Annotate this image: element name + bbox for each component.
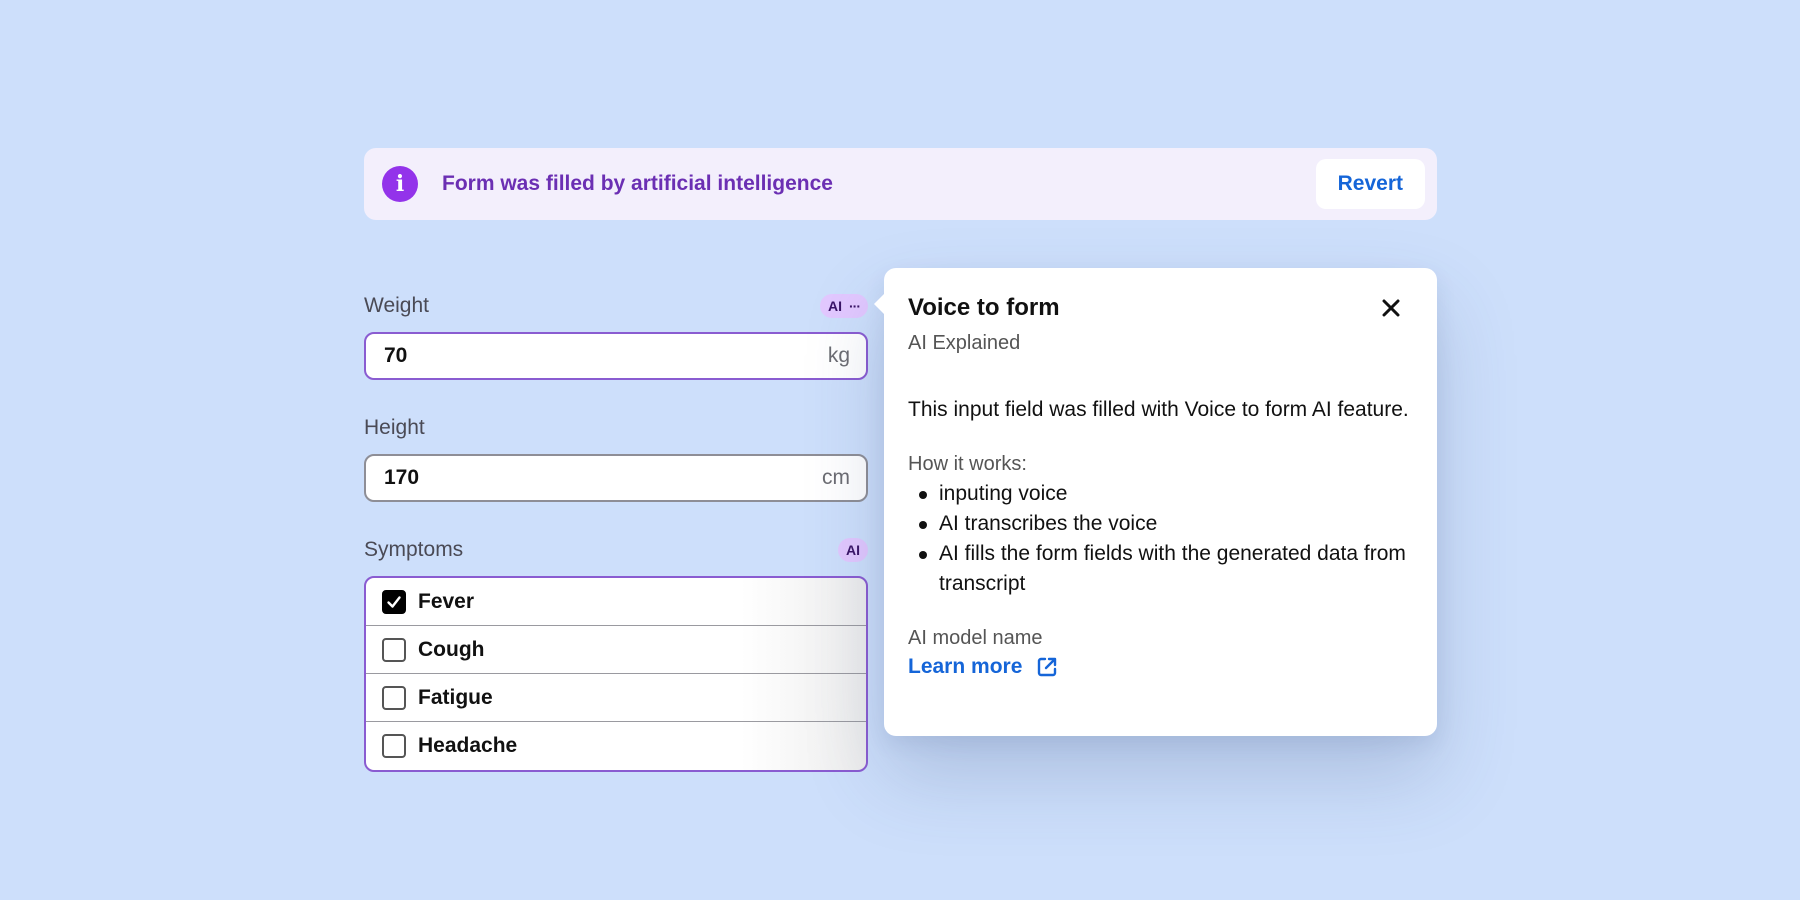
symptoms-label: Symptoms: [364, 538, 464, 561]
banner-message: Form was filled by artificial intelligen…: [442, 172, 833, 195]
weight-input-box: kg: [364, 332, 868, 380]
symptom-label: Cough: [418, 637, 485, 661]
check-icon: [387, 595, 401, 608]
list-item: inputing voice: [908, 479, 1413, 509]
height-input[interactable]: [384, 466, 822, 490]
symptom-row-fatigue[interactable]: Fatigue: [366, 674, 866, 722]
model-name-label: AI model name: [908, 627, 1043, 649]
weight-unit: kg: [827, 344, 850, 367]
how-it-works-section: How it works: inputing voice AI transcri…: [908, 449, 1413, 599]
close-button[interactable]: [1381, 298, 1401, 318]
weight-field-header: Weight AI ···: [364, 288, 868, 324]
checkbox-unchecked[interactable]: [382, 637, 406, 662]
weight-ai-badge[interactable]: AI ···: [820, 294, 868, 318]
symptom-row-fever[interactable]: Fever: [366, 578, 866, 626]
form: Weight AI ··· kg Height cm Symptoms AI: [364, 288, 868, 772]
close-icon: [1382, 299, 1400, 317]
how-it-works-title: How it works:: [908, 453, 1027, 475]
symptom-row-headache[interactable]: Headache: [366, 722, 866, 770]
weight-input[interactable]: [384, 344, 828, 368]
ai-explained-popover: Voice to form AI Explained This input fi…: [874, 268, 1437, 736]
learn-more-link[interactable]: Learn more: [908, 655, 1058, 679]
ai-filled-banner: i Form was filled by artificial intellig…: [364, 148, 1437, 220]
weight-label: Weight: [364, 294, 429, 317]
symptoms-ai-badge[interactable]: AI: [838, 538, 868, 562]
steps-list: inputing voice AI transcribes the voice …: [908, 479, 1413, 599]
checkbox-unchecked[interactable]: [382, 734, 406, 758]
symptoms-field-header: Symptoms AI: [364, 532, 868, 568]
more-icon: ···: [849, 298, 861, 314]
ai-badge-label: AI: [828, 298, 842, 314]
popover-subtitle: AI Explained: [908, 332, 1021, 354]
checkbox-unchecked[interactable]: [382, 685, 406, 710]
revert-button[interactable]: Revert: [1315, 159, 1425, 209]
height-label: Height: [364, 416, 425, 439]
height-field-header: Height: [364, 410, 868, 446]
popover-title: Voice to form: [908, 294, 1060, 321]
ai-badge-label: AI: [846, 542, 860, 558]
symptom-label: Fatigue: [418, 685, 493, 709]
learn-more-label: Learn more: [908, 655, 1023, 678]
height-unit: cm: [822, 466, 850, 489]
symptom-label: Fever: [418, 589, 475, 613]
height-input-box: cm: [364, 454, 868, 502]
checkbox-checked[interactable]: [382, 589, 406, 614]
popover-description: This input field was filled with Voice t…: [908, 398, 1409, 421]
symptom-label: Headache: [418, 734, 518, 757]
info-icon: i: [382, 166, 418, 202]
page: i Form was filled by artificial intellig…: [0, 0, 1800, 900]
symptoms-checkbox-list: Fever Cough Fatigue Headache: [364, 576, 868, 772]
list-item: AI fills the form fields with the genera…: [908, 539, 1413, 599]
symptom-row-cough[interactable]: Cough: [366, 626, 866, 674]
model-section: AI model name Learn more: [908, 623, 1413, 679]
popover-arrow: [874, 294, 884, 314]
list-item: AI transcribes the voice: [908, 509, 1413, 539]
external-link-icon: [1038, 657, 1057, 677]
